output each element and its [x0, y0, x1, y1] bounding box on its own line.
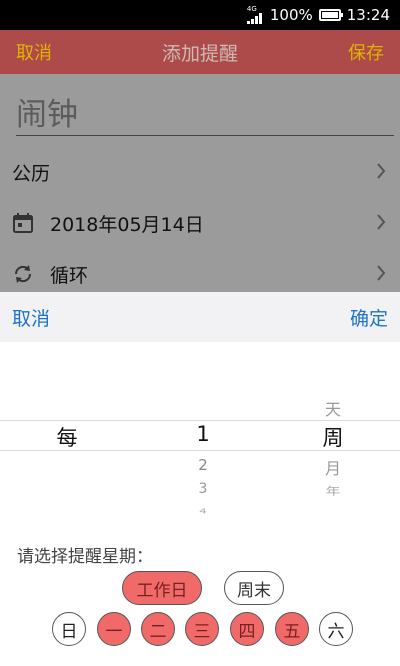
day-label: 一	[105, 621, 123, 642]
repeat-picker-wheels[interactable]: 每 1 2 3 4 天 周 月 年	[0, 342, 400, 532]
save-button[interactable]: 保存	[348, 39, 384, 65]
day-tuesday[interactable]: 二	[141, 612, 175, 646]
calendar-type-row[interactable]: 公历	[0, 147, 400, 197]
wheel-unit-option[interactable]: 月	[293, 455, 373, 479]
status-bar: 4G 100% 13:24	[0, 0, 400, 30]
signal-icon	[246, 13, 262, 24]
day-sunday[interactable]: 日	[52, 612, 86, 646]
day-saturday[interactable]: 六	[319, 612, 353, 646]
wheel-unit-option[interactable]: 天	[293, 396, 373, 420]
wheel-interval-option[interactable]: 3	[163, 481, 243, 497]
calendar-type-label: 公历	[12, 162, 51, 185]
wheel-interval-selected[interactable]: 1	[163, 422, 243, 446]
battery-percent: 100%	[269, 6, 313, 24]
repeat-label: 循环	[50, 264, 89, 287]
wheel-unit-selected[interactable]: 周	[293, 422, 373, 452]
day-label: 三	[193, 621, 211, 642]
chevron-right-icon	[377, 214, 386, 230]
clock: 13:24	[346, 6, 390, 24]
picker-cancel-button[interactable]: 取消	[12, 304, 50, 331]
picker-toolbar: 取消 确定	[0, 292, 400, 342]
header-bar: 取消 添加提醒 保存	[0, 30, 400, 74]
day-monday[interactable]: 一	[97, 612, 131, 646]
wheel-unit-option[interactable]: 年	[293, 483, 373, 498]
chevron-right-icon	[377, 163, 386, 179]
day-label: 六	[327, 621, 345, 642]
preset-label: 周末	[237, 580, 271, 601]
day-wednesday[interactable]: 三	[185, 612, 219, 646]
page-overlay: 取消 添加提醒 保存 闹钟 公历 2018年05月14日 循环	[0, 30, 400, 292]
preset-label: 工作日	[136, 580, 188, 601]
preset-workdays-chip[interactable]: 工作日	[122, 571, 202, 605]
picker-confirm-button[interactable]: 确定	[350, 304, 388, 331]
network-type: 4G	[246, 5, 257, 13]
reminder-title-input[interactable]: 闹钟	[16, 88, 394, 136]
network-indicator: 4G	[246, 5, 262, 24]
day-label: 五	[283, 621, 301, 642]
calendar-icon	[13, 213, 33, 233]
day-friday[interactable]: 五	[275, 612, 309, 646]
date-label: 2018年05月14日	[50, 213, 204, 236]
cancel-button[interactable]: 取消	[16, 39, 52, 65]
day-label: 四	[238, 621, 256, 642]
day-label: 二	[149, 621, 167, 642]
wheel-every-selected[interactable]: 每	[27, 422, 107, 452]
date-row[interactable]: 2018年05月14日	[0, 198, 400, 248]
repeat-icon	[14, 265, 32, 283]
day-label: 日	[60, 621, 78, 642]
wheel-interval-option[interactable]: 4	[163, 507, 243, 515]
chevron-right-icon	[377, 265, 386, 281]
page-title: 添加提醒	[161, 42, 238, 65]
weekday-prompt: 请选择提醒星期：	[17, 547, 153, 567]
battery-icon	[318, 9, 343, 21]
day-thursday[interactable]: 四	[230, 612, 264, 646]
wheel-divider	[0, 420, 400, 421]
preset-weekend-chip[interactable]: 周末	[224, 571, 284, 605]
wheel-interval-option[interactable]: 2	[163, 456, 243, 474]
